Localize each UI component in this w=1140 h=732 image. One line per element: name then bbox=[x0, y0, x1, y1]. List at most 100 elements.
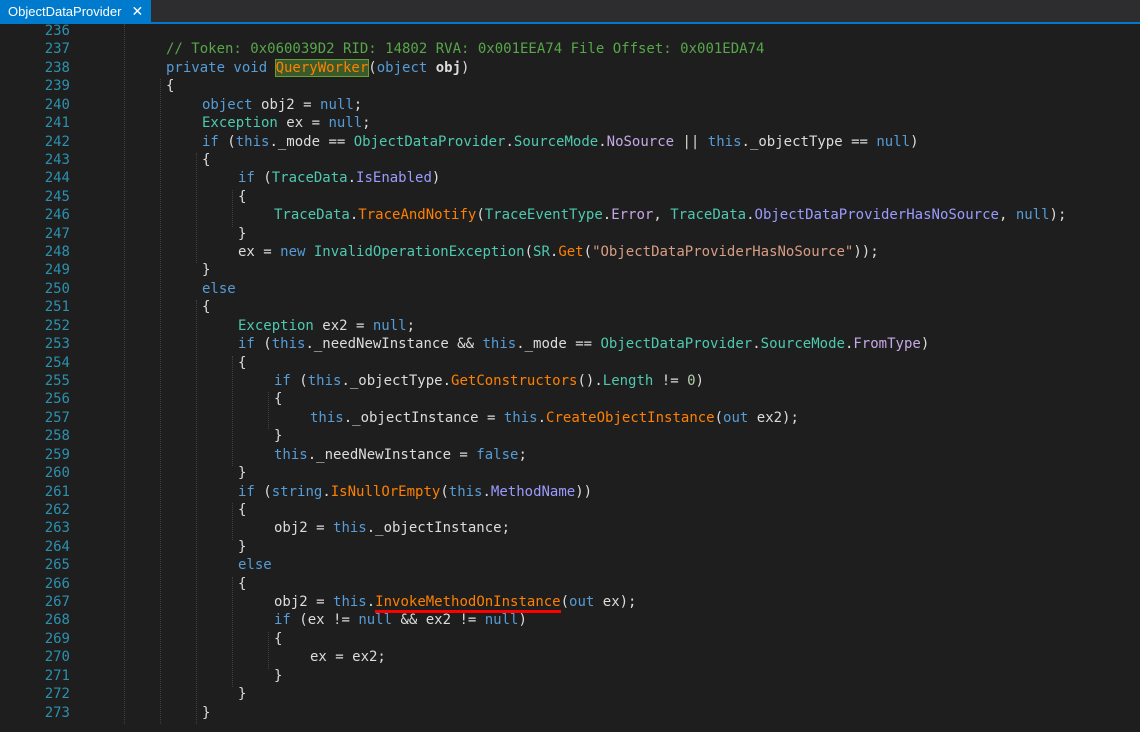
code-line[interactable]: 239 { bbox=[0, 77, 1140, 95]
code-text: ex = new InvalidOperationException(SR.Ge… bbox=[238, 243, 879, 261]
code-line[interactable]: 248 ex = new InvalidOperationException(SR… bbox=[0, 243, 1140, 261]
code-text: { bbox=[238, 575, 246, 593]
line-number: 257 bbox=[44, 409, 70, 426]
code-token: if bbox=[238, 336, 264, 353]
code-token: ; bbox=[406, 317, 416, 334]
code-token: this bbox=[310, 409, 344, 426]
code-line[interactable]: 267 obj2 = this.InvokeMethodOnInstance(ou… bbox=[0, 593, 1140, 614]
code-text: { bbox=[238, 354, 246, 372]
code-line[interactable]: 260} bbox=[0, 464, 1140, 482]
code-line[interactable]: 254 { bbox=[0, 354, 1140, 372]
line-number: 241 bbox=[44, 115, 70, 132]
code-line[interactable]: 247} bbox=[0, 225, 1140, 243]
code-token: ( bbox=[299, 372, 308, 389]
code-token: ) bbox=[431, 170, 441, 187]
code-line[interactable]: 244 if (TraceData.IsEnabled) bbox=[0, 169, 1140, 187]
code-line[interactable]: 240 object obj2 = null; bbox=[0, 96, 1140, 114]
tab-object-data-provider[interactable]: ObjectDataProvider ✕ bbox=[0, 0, 152, 22]
code-line[interactable]: 266 { bbox=[0, 575, 1140, 593]
code-line[interactable]: 243 { bbox=[0, 151, 1140, 169]
code-line[interactable]: 237 // Token: 0x060039D2 RID: 14802 RVA: … bbox=[0, 40, 1140, 58]
code-editor[interactable]: 236 237 // Token: 0x060039D2 RID: 14802 RV… bbox=[0, 24, 1140, 732]
code-token: SourceMode bbox=[760, 336, 845, 353]
code-line[interactable]: 272} bbox=[0, 685, 1140, 703]
line-number: 268 bbox=[44, 612, 70, 629]
code-token: this bbox=[333, 594, 367, 611]
code-line[interactable]: 271} bbox=[0, 667, 1140, 685]
code-line[interactable]: 269 { bbox=[0, 630, 1140, 648]
code-line[interactable]: 245 { bbox=[0, 188, 1140, 206]
code-token: } bbox=[202, 704, 211, 721]
code-line[interactable]: 249} bbox=[0, 261, 1140, 279]
line-number: 236 bbox=[44, 24, 70, 39]
line-number: 266 bbox=[44, 575, 70, 592]
code-line[interactable]: 262 { bbox=[0, 501, 1140, 519]
code-text: } bbox=[238, 538, 246, 556]
indent-guide bbox=[124, 24, 125, 724]
code-token: "ObjectDataProviderHasNoSource" bbox=[592, 244, 854, 261]
line-number: 249 bbox=[44, 262, 70, 279]
code-token: null bbox=[876, 133, 911, 150]
code-token: ; bbox=[353, 96, 363, 113]
code-line[interactable]: 246 TraceData. TraceAndNotify(TraceEventTy… bbox=[0, 206, 1140, 224]
code-line[interactable]: 253 if (this._needNewInstance && this._mo… bbox=[0, 335, 1140, 353]
code-line[interactable]: 250 else bbox=[0, 280, 1140, 298]
code-text: } bbox=[274, 427, 282, 445]
code-line[interactable]: 259 this._needNewInstance = false; bbox=[0, 446, 1140, 464]
code-token: this bbox=[235, 133, 270, 150]
code-text: { bbox=[238, 501, 246, 519]
code-line[interactable]: 273} bbox=[0, 704, 1140, 722]
code-line[interactable]: 241 Exception ex = null; bbox=[0, 114, 1140, 132]
code-line[interactable]: 238 private void QueryWorker(object obj) bbox=[0, 58, 1140, 77]
line-number: 246 bbox=[44, 207, 70, 224]
code-token: } bbox=[274, 428, 283, 445]
code-line[interactable]: 257 this._objectInstance = this.CreateObj… bbox=[0, 409, 1140, 427]
code-text: { bbox=[274, 390, 282, 408]
close-icon[interactable]: ✕ bbox=[131, 4, 143, 18]
code-token: obj2 = bbox=[261, 96, 321, 113]
code-token: { bbox=[274, 391, 283, 408]
code-token: . bbox=[347, 170, 357, 187]
code-token: TraceData bbox=[274, 207, 350, 224]
code-token: } bbox=[274, 667, 283, 684]
tab-title: ObjectDataProvider bbox=[8, 3, 122, 19]
code-line[interactable]: 251 { bbox=[0, 298, 1140, 316]
code-token: } bbox=[238, 225, 247, 242]
code-line[interactable]: 258} bbox=[0, 427, 1140, 445]
indent-guide bbox=[232, 502, 233, 540]
code-token: ._objectInstance = bbox=[343, 409, 504, 426]
code-line[interactable]: 255 if (this._objectType.GetConstructors(… bbox=[0, 372, 1140, 390]
code-line[interactable]: 236 bbox=[0, 24, 1140, 40]
line-number: 270 bbox=[44, 649, 70, 666]
code-text: this._objectInstance = this.CreateObject… bbox=[310, 409, 799, 427]
code-line[interactable]: 264} bbox=[0, 538, 1140, 556]
code-text: Exception ex2 = null; bbox=[238, 317, 415, 335]
code-token: . bbox=[598, 133, 607, 150]
code-line[interactable]: 242 if (this._mode == ObjectDataProvider.… bbox=[0, 133, 1140, 151]
code-token: || bbox=[674, 133, 708, 150]
code-token: ) bbox=[461, 59, 470, 76]
code-token: . bbox=[482, 483, 491, 500]
code-token: ObjectDataProvider bbox=[353, 133, 506, 150]
line-number: 255 bbox=[44, 372, 70, 389]
code-line[interactable]: 268 if (ex != null && ex2 != null) bbox=[0, 611, 1140, 629]
line-number: 256 bbox=[44, 391, 70, 408]
code-text: else bbox=[238, 556, 272, 574]
code-token: SR bbox=[533, 244, 550, 261]
code-token: ._needNewInstance && bbox=[305, 336, 483, 353]
code-token: SourceMode bbox=[513, 133, 599, 150]
code-line[interactable]: 261 if (string.IsNullOrEmpty(this.MethodN… bbox=[0, 483, 1140, 501]
code-token: Exception bbox=[238, 317, 323, 334]
code-token: TraceEventType bbox=[484, 207, 603, 224]
code-line[interactable]: 270 ex = ex2; bbox=[0, 648, 1140, 666]
code-token: false bbox=[476, 446, 519, 463]
line-number: 239 bbox=[44, 78, 70, 95]
code-text: obj2 = this.InvokeMethodOnInstance(out e… bbox=[274, 593, 636, 614]
code-line[interactable]: 252 Exception ex2 = null; bbox=[0, 317, 1140, 335]
code-token: ( bbox=[440, 483, 449, 500]
code-text: { bbox=[274, 630, 282, 648]
code-line[interactable]: 256 { bbox=[0, 390, 1140, 408]
code-line[interactable]: 265 else bbox=[0, 556, 1140, 574]
code-line[interactable]: 263 obj2 = this._objectInstance; bbox=[0, 519, 1140, 537]
code-token: TraceAndNotify bbox=[358, 207, 477, 224]
